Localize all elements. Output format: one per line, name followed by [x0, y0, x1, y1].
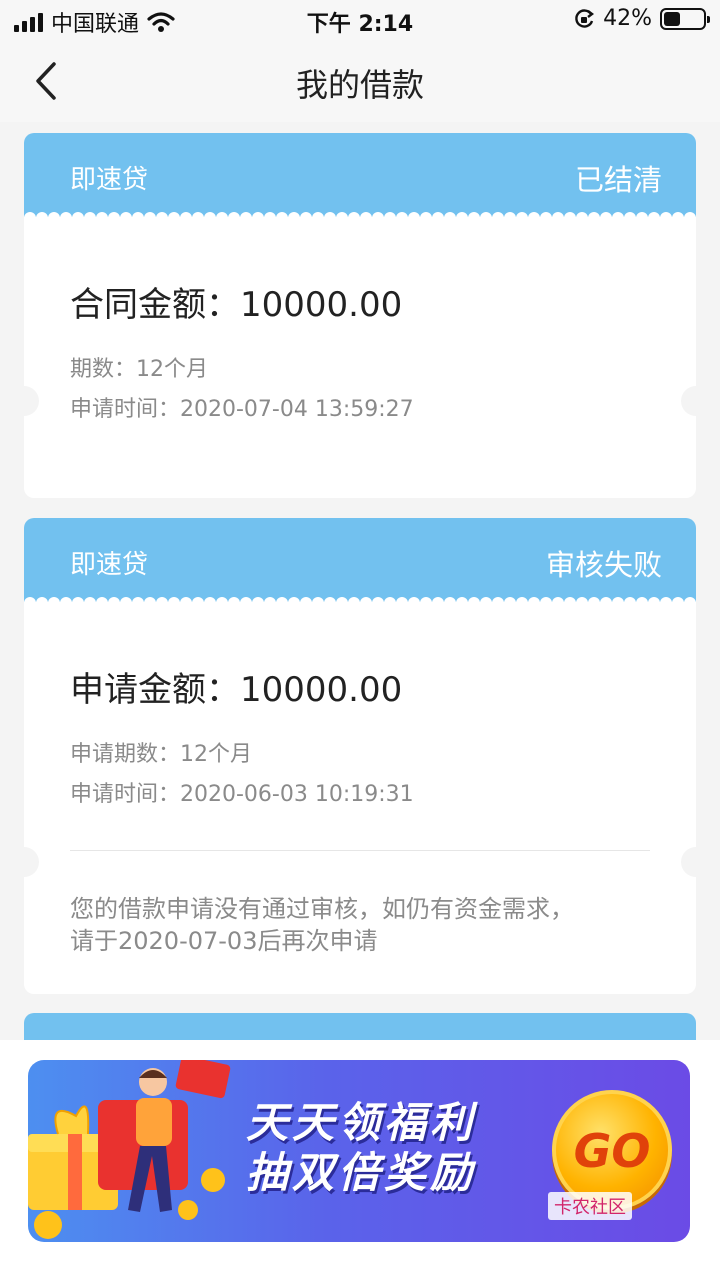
- orientation-lock-icon: [575, 8, 595, 28]
- loan-card-body: 合同金额：10000.00 期数：12个月 申请时间：2020-07-04 13…: [24, 217, 696, 422]
- loan-card-header: 即速贷 已结清: [24, 133, 696, 218]
- promo-illustration: [28, 1060, 231, 1239]
- status-bar: 中国联通 下午 2:14 42%: [0, 0, 720, 40]
- loan-status: 已结清: [574, 163, 662, 197]
- rejection-notice: 您的借款申请没有通过审核，如仍有资金需求， 请于2020-07-03后再次申请: [70, 893, 650, 983]
- loan-status: 审核失败: [545, 548, 662, 582]
- loan-term: 期数：12个月: [70, 357, 208, 382]
- promo-line-2: 抽双倍奖励: [246, 1148, 477, 1197]
- loan-term: 申请期数：12个月: [70, 742, 252, 767]
- loan-card[interactable]: 即速贷 已结清 合同金额：10000.00 期数：12个月 申请时间：2020-…: [24, 133, 696, 498]
- loan-card-body: 申请金额：10000.00 申请期数：12个月 申请时间：2020-06-03 …: [24, 602, 696, 983]
- notice-line: 请于2020-07-03后再次申请: [70, 927, 378, 955]
- loan-card-header: 即速贷 审核失败: [24, 518, 696, 603]
- notice-line: 您的借款申请没有通过审核，如仍有资金需求，: [70, 895, 574, 923]
- amount-value: 10000.00: [240, 285, 403, 325]
- product-name: 即速贷: [70, 550, 149, 580]
- battery-icon: [660, 7, 710, 30]
- loan-card[interactable]: 即速贷 审核失败 申请金额：10000.00 申请期数：12个月 申请时间：20…: [24, 518, 696, 994]
- apply-time: 申请时间：2020-07-04 13:59:27: [70, 397, 414, 422]
- amount-value: 10000.00: [240, 670, 403, 710]
- product-name: 即速贷: [70, 165, 149, 195]
- amount-line: 申请金额：10000.00: [70, 662, 650, 710]
- app-screen: 中国联通 下午 2:14 42% 我的借款 即速贷 已结清 合同金额：10000…: [0, 0, 720, 1280]
- promo-line-1: 天天领福利: [246, 1098, 477, 1147]
- loan-list: 即速贷 已结清 合同金额：10000.00 期数：12个月 申请时间：2020-…: [24, 133, 696, 1014]
- promo-text: 天天领福利 抽双倍奖励: [246, 1098, 476, 1198]
- promo-banner[interactable]: 天天领福利 抽双倍奖励 GO 卡农社区: [28, 1060, 690, 1242]
- nav-bar: 我的借款: [0, 40, 720, 122]
- divider: [70, 850, 650, 851]
- battery-percent: 42%: [603, 6, 652, 31]
- status-right: 42%: [573, 6, 710, 31]
- promo-banner-area: 天天领福利 抽双倍奖励 GO 卡农社区: [0, 1040, 720, 1280]
- amount-label: 合同金额：: [70, 285, 240, 325]
- page-title: 我的借款: [295, 66, 424, 104]
- community-watermark: 卡农社区: [548, 1192, 632, 1220]
- apply-time: 申请时间：2020-06-03 10:19:31: [70, 782, 414, 807]
- amount-line: 合同金额：10000.00: [70, 277, 650, 325]
- go-label: GO: [573, 1124, 651, 1178]
- amount-label: 申请金额：: [70, 670, 240, 710]
- battery-fill: [664, 11, 680, 26]
